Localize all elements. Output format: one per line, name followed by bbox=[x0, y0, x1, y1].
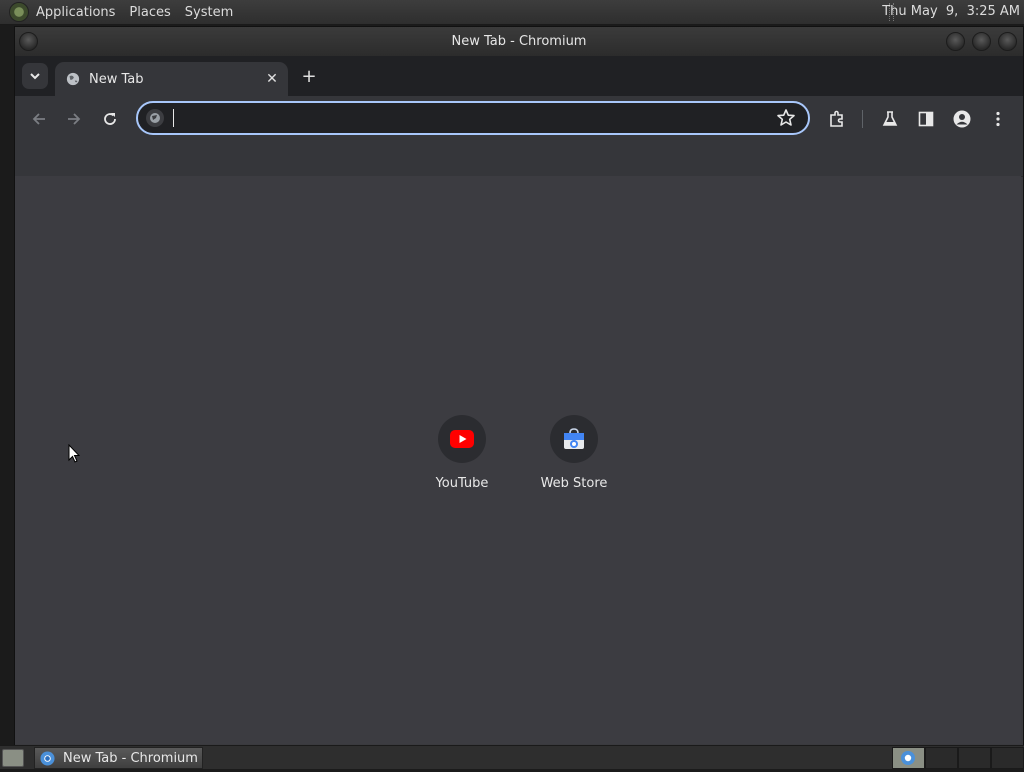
tab-title: New Tab bbox=[89, 71, 144, 87]
window-titlebar[interactable]: New Tab - Chromium bbox=[15, 27, 1023, 56]
shortcut-youtube-tile[interactable] bbox=[438, 415, 486, 463]
new-tab-button[interactable]: + bbox=[299, 67, 319, 87]
tab-search-button[interactable] bbox=[22, 63, 48, 89]
side-panel-icon bbox=[918, 111, 934, 127]
side-panel-button[interactable] bbox=[915, 108, 937, 130]
profile-button[interactable] bbox=[951, 108, 973, 130]
site-info-icon[interactable] bbox=[146, 109, 164, 127]
bottom-panel: New Tab - Chromium bbox=[0, 745, 1024, 769]
workspace-2[interactable] bbox=[925, 747, 958, 769]
puzzle-icon bbox=[830, 110, 843, 127]
arrow-left-icon bbox=[32, 113, 45, 125]
menu-button[interactable] bbox=[987, 108, 1009, 130]
tab-new-tab[interactable]: New Tab ✕ bbox=[55, 62, 288, 96]
workspace-3[interactable] bbox=[958, 747, 991, 769]
toolbar-separator bbox=[862, 110, 863, 128]
close-window-button[interactable] bbox=[998, 32, 1017, 51]
new-tab-page: YouTube Web Store bbox=[15, 176, 1021, 744]
reload-button[interactable] bbox=[99, 108, 121, 130]
taskbar-window-label: New Tab - Chromium bbox=[63, 750, 198, 766]
top-panel: Applications Places System Thu May 9, 3:… bbox=[0, 0, 1024, 25]
shortcut-label: YouTube bbox=[435, 476, 489, 491]
close-tab-button[interactable]: ✕ bbox=[264, 71, 280, 87]
window-menu-button[interactable] bbox=[19, 32, 38, 51]
workspace-1[interactable] bbox=[892, 747, 925, 769]
more-vert-icon bbox=[996, 111, 1000, 127]
omnibox-input[interactable] bbox=[172, 107, 766, 131]
text-caret bbox=[173, 109, 174, 127]
chromium-icon bbox=[901, 751, 915, 765]
distro-logo-icon[interactable] bbox=[9, 2, 29, 22]
shortcut-web-store-tile[interactable] bbox=[550, 415, 598, 463]
person-icon bbox=[953, 110, 971, 128]
bookmark-star-icon[interactable] bbox=[776, 108, 796, 128]
mouse-cursor-icon bbox=[68, 444, 80, 463]
browser-window: New Tab - Chromium New Tab ✕ + YouTube W… bbox=[14, 26, 1024, 746]
forward-button[interactable] bbox=[63, 108, 85, 130]
arrow-right-icon bbox=[68, 113, 81, 125]
flask-icon bbox=[882, 111, 898, 126]
shortcut-youtube[interactable]: YouTube bbox=[412, 415, 512, 491]
chromium-icon bbox=[40, 750, 55, 766]
reload-icon bbox=[104, 113, 116, 125]
taskbar-window-button[interactable]: New Tab - Chromium bbox=[34, 747, 203, 769]
web-store-icon bbox=[564, 428, 584, 449]
places-menu[interactable]: Places bbox=[129, 5, 170, 20]
bookmarks-bar bbox=[15, 141, 1023, 177]
toolbar bbox=[15, 96, 1023, 141]
workspace-4[interactable] bbox=[991, 747, 1024, 769]
shortcut-label: Web Store bbox=[540, 476, 608, 491]
show-desktop-icon[interactable] bbox=[2, 749, 24, 767]
minimize-button[interactable] bbox=[946, 32, 965, 51]
back-button[interactable] bbox=[28, 108, 50, 130]
applications-menu[interactable]: Applications bbox=[36, 5, 115, 20]
globe-icon bbox=[66, 72, 80, 86]
tab-strip: New Tab ✕ + bbox=[15, 56, 1023, 96]
shortcut-web-store[interactable]: Web Store bbox=[524, 415, 624, 491]
address-bar[interactable] bbox=[136, 101, 810, 135]
extensions-button[interactable] bbox=[826, 108, 848, 130]
window-title: New Tab - Chromium bbox=[451, 34, 587, 49]
maximize-button[interactable] bbox=[972, 32, 991, 51]
labs-button[interactable] bbox=[879, 108, 901, 130]
chevron-down-icon bbox=[30, 73, 40, 80]
youtube-icon bbox=[450, 430, 474, 448]
clock[interactable]: Thu May 9, 3:25 AM bbox=[882, 4, 1020, 19]
system-menu[interactable]: System bbox=[185, 5, 233, 20]
